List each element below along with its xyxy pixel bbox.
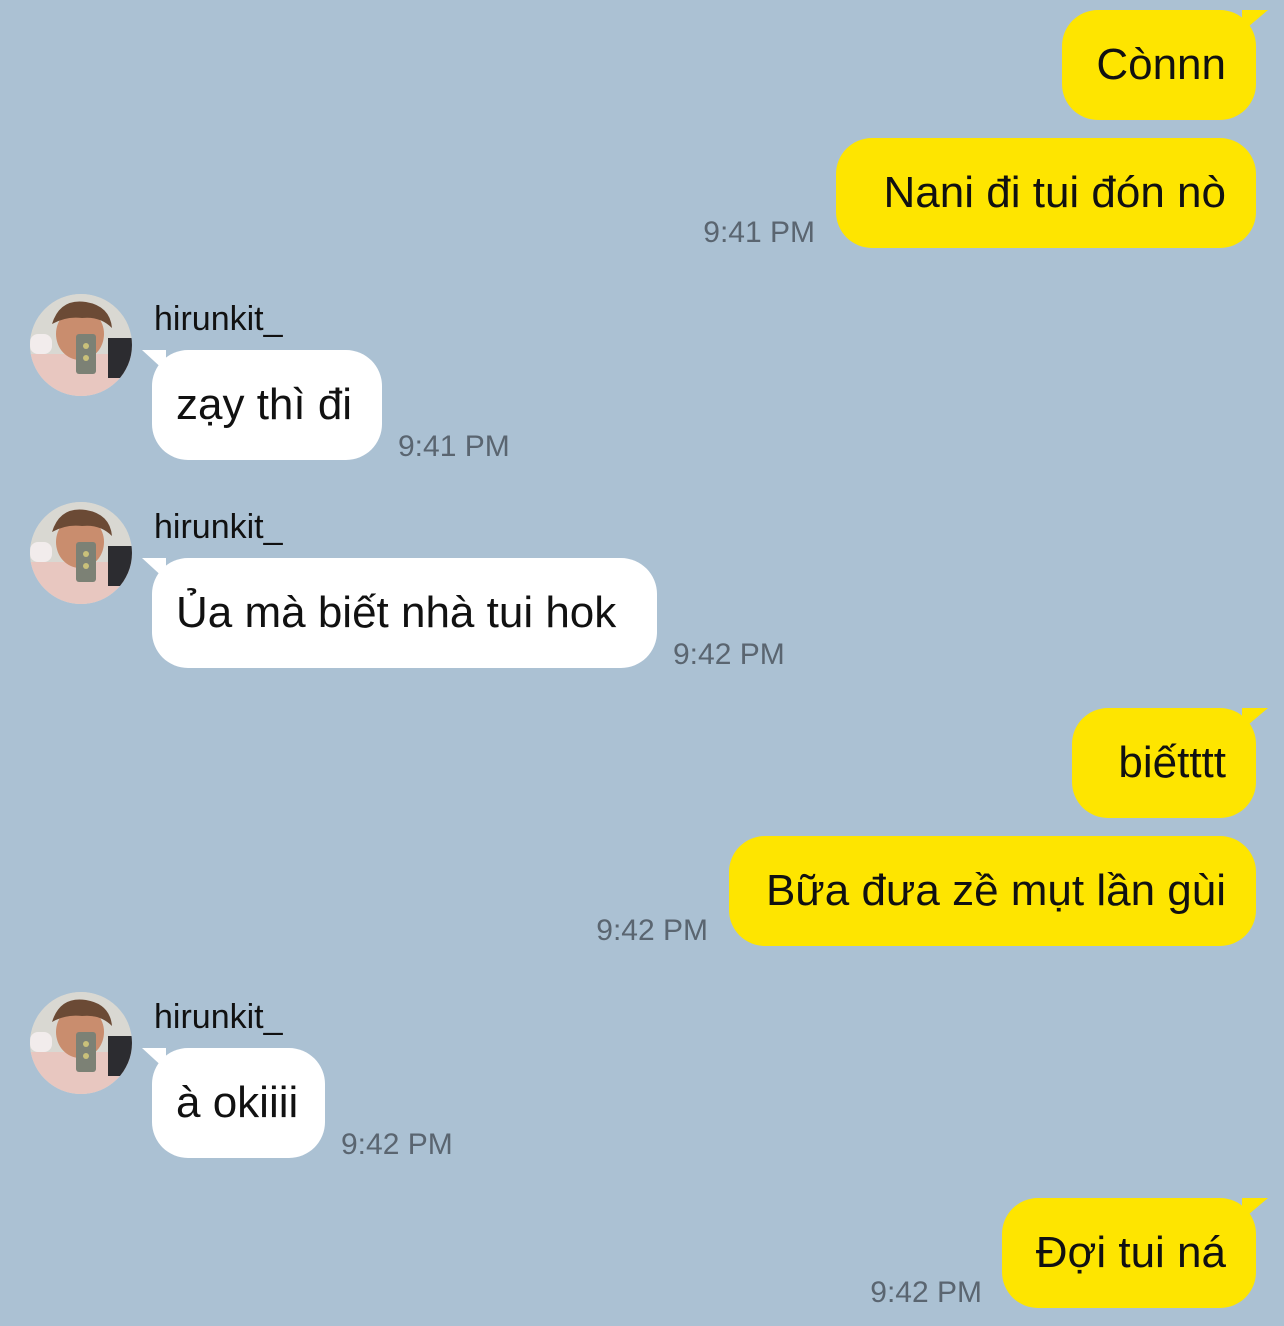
outgoing-message-bubble[interactable]: Bữa đưa zề mụt lần gùi [729, 836, 1256, 946]
message-text: Nani đi tui đón nò [883, 168, 1226, 217]
message-text: biếtttt [1118, 738, 1226, 787]
sender-name: hirunkit_ [154, 508, 283, 546]
sender-name: hirunkit_ [154, 300, 283, 338]
outgoing-message-bubble[interactable]: biếtttt [1072, 708, 1268, 818]
message-timestamp: 9:42 PM [341, 1128, 453, 1161]
bubble-tail [142, 350, 166, 372]
incoming-message-bubble[interactable]: à okiiii [142, 1048, 325, 1158]
message-text: Bữa đưa zề mụt lần gùi [765, 866, 1226, 915]
message-text: Cònnn [1096, 40, 1226, 89]
outgoing-message-bubble[interactable]: Đợi tui ná [1002, 1198, 1268, 1308]
bubble-tail [142, 1048, 166, 1070]
avatar[interactable] [30, 992, 132, 1094]
profile-photo-icon [30, 992, 132, 1094]
message-timestamp: 9:41 PM [703, 216, 815, 249]
profile-photo-icon [30, 502, 132, 604]
message-timestamp: 9:42 PM [596, 914, 708, 947]
avatar[interactable] [30, 502, 132, 604]
incoming-message-bubble[interactable]: Ủa mà biết nhà tui hok [142, 558, 657, 668]
avatar[interactable] [30, 294, 132, 396]
bubble-tail [1242, 708, 1268, 730]
profile-photo-icon [30, 294, 132, 396]
message-text: Đợi tui ná [1035, 1228, 1226, 1277]
message-timestamp: 9:42 PM [673, 638, 785, 671]
incoming-message-bubble[interactable]: zạy thì đi [142, 350, 382, 460]
chat-transcript: Cònnn Nani đi tui đón nò 9:41 PM hirunki… [0, 0, 1284, 1326]
message-timestamp: 9:41 PM [398, 430, 510, 463]
outgoing-message-bubble[interactable]: Cònnn [1062, 10, 1268, 120]
outgoing-message-bubble[interactable]: Nani đi tui đón nò [836, 138, 1256, 248]
message-text: zạy thì đi [176, 380, 353, 429]
bubble-tail [1242, 1198, 1268, 1220]
sender-name: hirunkit_ [154, 998, 283, 1036]
message-text: Ủa mà biết nhà tui hok [176, 588, 617, 637]
message-timestamp: 9:42 PM [870, 1276, 982, 1309]
message-text: à okiiii [176, 1078, 299, 1127]
bubble-tail [1242, 10, 1268, 32]
bubble-tail [142, 558, 166, 580]
